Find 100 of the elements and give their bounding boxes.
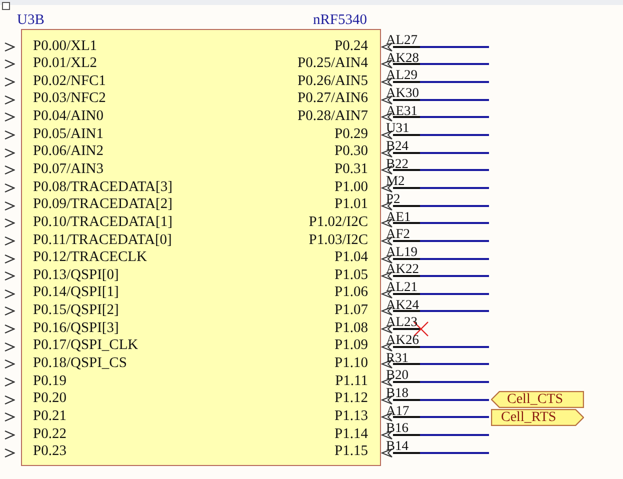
pin-name: P1.14 (334, 426, 368, 444)
pin-name: P0.20 (33, 390, 68, 408)
pin-line (393, 204, 420, 207)
wire (420, 169, 489, 172)
pin-number: B14 (386, 440, 409, 451)
pin-name: P0.25/AIN4 (298, 55, 368, 73)
pin-line (393, 381, 420, 383)
wire (420, 416, 489, 418)
pin-line (393, 46, 420, 48)
wire (420, 186, 489, 189)
pin-name: P0.08/TRACEDATA[3] (33, 178, 172, 196)
pin-line (393, 434, 420, 436)
pin-name: P1.12 (334, 390, 368, 408)
pin-name: P0.15/QSPI[2] (33, 302, 120, 320)
pin-line (393, 328, 420, 330)
pin-name: P0.26/AIN5 (298, 72, 368, 90)
pin-name: P0.09/TRACEDATA[2] (33, 196, 172, 214)
pin-name: P0.02/NFC1 (33, 72, 107, 90)
pin-name: P1.00 (334, 178, 368, 196)
pin-name: P0.01/XL2 (33, 55, 98, 73)
pin-name: P1.15 (334, 443, 368, 461)
pin-number: P2 (386, 192, 400, 204)
net-label: Cell_CTS (491, 391, 584, 408)
pin-line (393, 81, 420, 84)
wire (420, 346, 489, 348)
pin-name: P1.01 (334, 196, 368, 214)
pin-name: P0.11/TRACEDATA[0] (33, 232, 172, 250)
wire (420, 116, 489, 118)
pin-name: P1.08 (334, 320, 368, 338)
pin-name: P0.12/TRACECLK (33, 249, 148, 267)
pin-number: AK28 (386, 52, 419, 63)
pin-number: B18 (386, 386, 409, 398)
net-label: Cell_RTS (491, 408, 584, 426)
wire (420, 381, 489, 383)
wire (420, 204, 489, 207)
pin-number: B20 (386, 369, 409, 380)
pin-line (393, 222, 420, 224)
pin-line (393, 398, 420, 401)
pin-number: A17 (386, 404, 410, 416)
pin-name: P0.21 (33, 408, 68, 426)
pin-number: U31 (386, 122, 410, 134)
wire (420, 240, 489, 242)
wire (420, 363, 489, 366)
pin-name: P0.05/AIN1 (33, 126, 104, 144)
pin-name: P1.05 (334, 266, 368, 284)
pin-name: P1.13 (334, 408, 368, 426)
selection-handle-icon[interactable] (2, 2, 10, 10)
pin-line (393, 416, 420, 418)
pin-arrow-icon (381, 271, 393, 282)
pin-name: P1.04 (334, 249, 368, 267)
pin-name: P0.30 (334, 143, 368, 161)
pin-name: P0.22 (33, 426, 68, 444)
wire (420, 452, 489, 454)
pin-number: R31 (386, 352, 409, 363)
pin-number: AL19 (386, 246, 418, 257)
pin-number: AL23 (386, 316, 418, 328)
pin-number: AL29 (386, 69, 418, 80)
wire (420, 258, 489, 260)
pin-number: M2 (386, 175, 405, 186)
component-part-name: nRF5340 (313, 11, 367, 29)
pin-name: P1.02/I2C (308, 214, 368, 232)
pin-line (393, 186, 420, 189)
pin-name: P0.06/AIN2 (33, 143, 104, 161)
pin-line (393, 98, 420, 101)
pin-name: P0.16/QSPI[3] (33, 320, 120, 338)
pin-number: AL27 (386, 34, 418, 46)
wire (420, 310, 489, 312)
pin-name: P0.27/AIN6 (298, 90, 368, 108)
wire (420, 46, 489, 48)
pin-line (393, 363, 420, 366)
pin-line (393, 346, 420, 348)
pin-name: P0.19 (33, 372, 68, 390)
component-designator: U3B (17, 11, 44, 29)
pin-number: AE31 (386, 104, 418, 116)
pin-name: P0.28/AIN7 (298, 108, 368, 126)
pin-line (393, 116, 420, 118)
pin-name: P0.31 (334, 160, 368, 179)
pin-name: P0.10/TRACEDATA[1] (33, 214, 172, 232)
pin-name: P0.14/QSPI[1] (33, 284, 120, 302)
pin-name: P1.09 (334, 337, 368, 356)
pin-line (393, 452, 420, 454)
pin-line (393, 169, 420, 172)
pin-line (393, 63, 420, 66)
pin-name: P0.18/QSPI_CS (33, 355, 128, 373)
pin-line (393, 134, 420, 136)
pin-name: P1.07 (334, 302, 368, 320)
wire (420, 152, 489, 154)
pin-line (393, 258, 420, 260)
pin-number: AF2 (386, 228, 410, 240)
pin-name: P0.23 (33, 443, 68, 461)
pin-name: P0.17/QSPI_CLK (33, 337, 140, 356)
pin-name: P0.13/QSPI[0] (33, 266, 120, 284)
pin-number: AK26 (386, 334, 419, 346)
pin-line (393, 152, 420, 154)
wire (420, 134, 489, 136)
pin-name: P0.03/NFC2 (33, 90, 107, 108)
pin-number: B24 (386, 140, 409, 151)
pin-number: AK22 (386, 263, 419, 274)
pin-name: P0.07/AIN3 (33, 160, 104, 179)
wire (420, 292, 489, 295)
